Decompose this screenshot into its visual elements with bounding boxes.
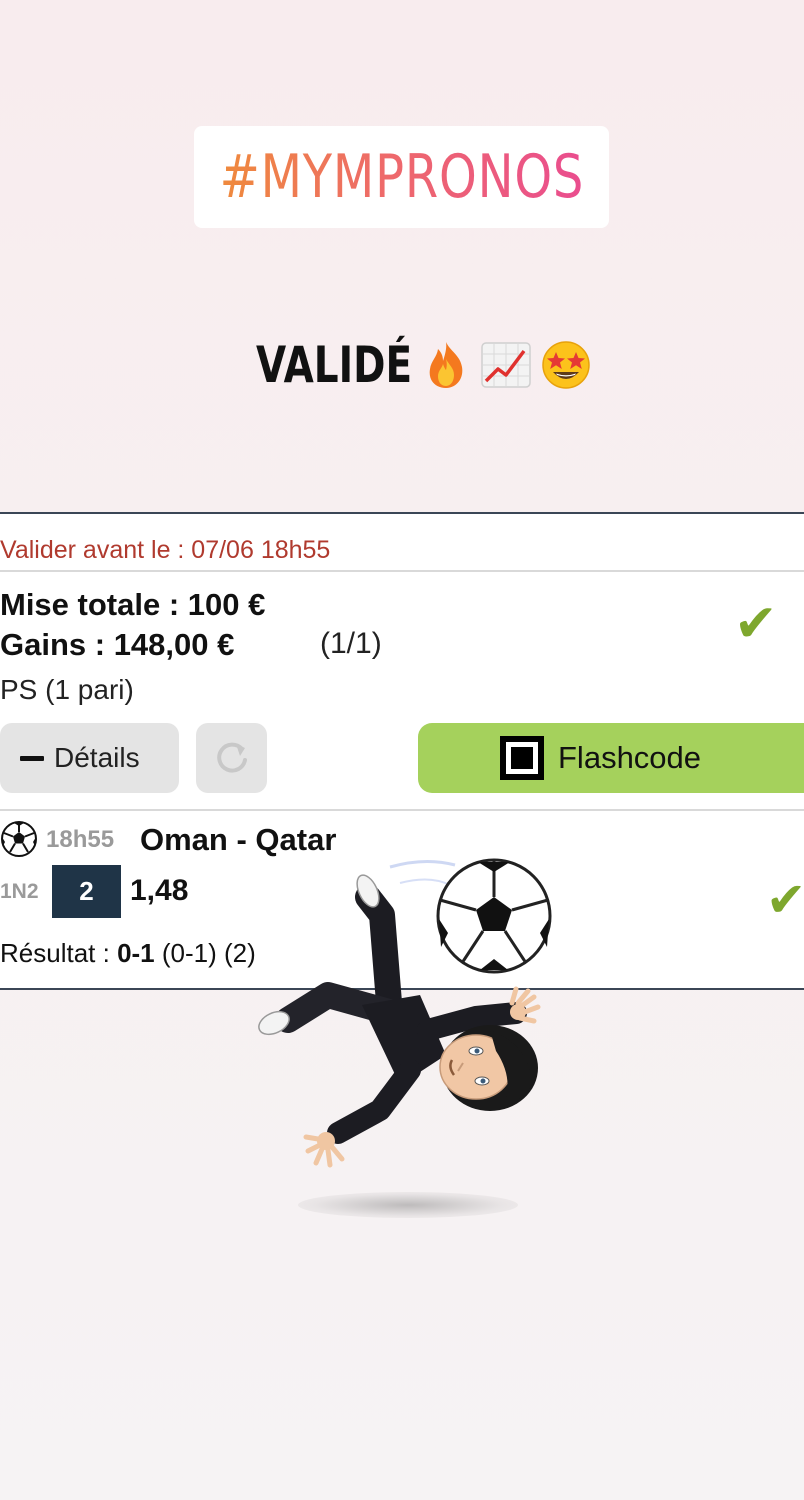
divider — [0, 809, 804, 811]
refresh-icon — [216, 742, 247, 773]
result-label: Résultat : — [0, 938, 110, 968]
hashtag-sticker[interactable]: #MYMPRONOS — [194, 126, 609, 228]
bitmoji-bicycle-kick-sticker[interactable] — [250, 855, 570, 1225]
details-button[interactable]: Détails — [0, 723, 179, 793]
deadline-text: Valider avant le : 07/06 18h55 — [0, 536, 331, 564]
star-struck-emoji-icon — [542, 341, 590, 389]
winnings-total: Gains : 148,00 € — [0, 627, 235, 662]
match-result: Résultat : 0-1 (0-1) (2) — [0, 938, 256, 969]
match-odds: 1,48 — [130, 874, 189, 907]
soccer-ball-large-icon — [436, 858, 552, 974]
soccer-ball-icon — [1, 821, 37, 857]
caption-text: VALIDÉ — [255, 336, 413, 394]
hashtag-text: #MYMPRONOS — [219, 142, 584, 212]
match-check-icon: ✔ — [766, 872, 804, 928]
check-icon: ✔ — [734, 594, 778, 654]
bet-fraction: (1/1) — [320, 627, 382, 660]
bet-type: 1N2 — [0, 880, 39, 903]
result-detail: (0-1) (2) — [161, 938, 256, 968]
flashcode-button-label: Flashcode — [558, 740, 702, 775]
match-teams: Oman - Qatar — [140, 822, 337, 857]
result-score: 0-1 — [117, 938, 155, 968]
divider — [0, 570, 804, 572]
chart-increasing-emoji-icon — [481, 342, 531, 388]
match-time: 18h55 — [46, 826, 115, 853]
story-caption: VALIDÉ — [0, 330, 804, 400]
refresh-button[interactable] — [196, 723, 267, 793]
details-button-label: Détails — [54, 742, 140, 773]
flashcode-button[interactable]: Flashcode — [418, 723, 804, 793]
stake-total: Mise totale : 100 € — [0, 587, 266, 622]
pick-badge: 2 — [52, 865, 121, 918]
qr-code-icon — [500, 736, 544, 780]
fire-emoji-icon — [429, 342, 463, 388]
minus-icon — [20, 755, 44, 761]
bet-kind: PS (1 pari) — [0, 674, 134, 705]
